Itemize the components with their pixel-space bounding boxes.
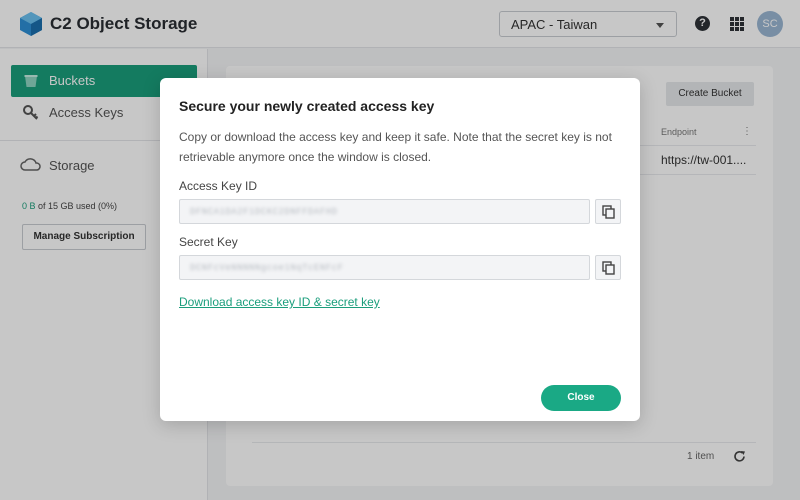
copy-icon	[602, 261, 615, 275]
secret-key-label: Secret Key	[179, 235, 238, 249]
download-keys-link[interactable]: Download access key ID & secret key	[179, 295, 380, 309]
dialog-title: Secure your newly created access key	[179, 98, 435, 114]
dialog-description: Copy or download the access key and keep…	[179, 130, 612, 164]
access-key-field[interactable]: DFNCA1DA2F1DCKC2DNFFDAFHD	[179, 199, 590, 224]
copy-icon	[602, 205, 615, 219]
close-button[interactable]: Close	[541, 385, 621, 411]
access-key-dialog: Secure your newly created access key Cop…	[160, 78, 640, 421]
copy-secret-key-button[interactable]	[595, 255, 621, 280]
access-key-value: DFNCA1DA2F1DCKC2DNFFDAFHD	[190, 207, 338, 217]
secret-key-value: DCNFcVeNNNNNgcoe1NqTcENFcF	[190, 263, 344, 273]
copy-access-key-button[interactable]	[595, 199, 621, 224]
secret-key-field[interactable]: DCNFcVeNNNNNgcoe1NqTcENFcF	[179, 255, 590, 280]
access-key-label: Access Key ID	[179, 179, 258, 193]
